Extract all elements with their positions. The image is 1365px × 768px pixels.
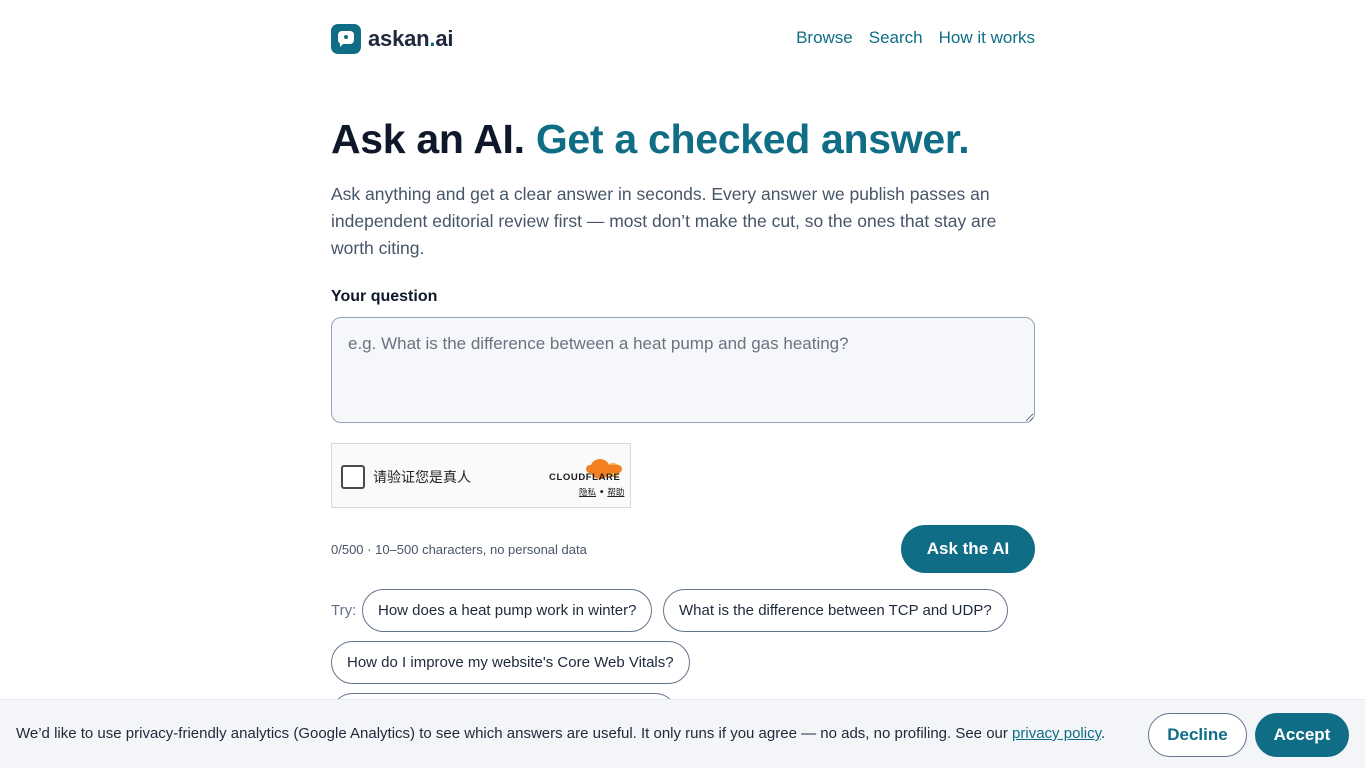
logo-chat-icon — [331, 24, 361, 54]
ask-the-ai-button[interactable]: Ask the AI — [901, 525, 1035, 573]
captcha-links: 隐私 • 帮助 — [579, 488, 625, 498]
privacy-policy-link[interactable]: privacy policy — [1012, 725, 1101, 742]
nav-how-it-works-link[interactable]: How it works — [939, 28, 1035, 48]
captcha-widget: 请验证您是真人 CLOUDFLARE 隐私 • 帮助 — [331, 443, 631, 508]
try-label: Try: — [331, 602, 357, 619]
suggestion-chip[interactable]: How do I improve my website's Core Web V… — [331, 641, 690, 684]
cloudflare-brand: CLOUDFLARE — [549, 472, 621, 483]
logo[interactable]: askan.ai — [331, 24, 453, 54]
character-counter: 0/500 · 10–500 characters, no personal d… — [331, 542, 587, 557]
nav-browse-link[interactable]: Browse — [796, 28, 853, 48]
captcha-help-link[interactable]: 帮助 — [607, 488, 624, 498]
cookie-consent-bar: We’d like to use privacy-friendly analyt… — [0, 699, 1365, 768]
nav-search-link[interactable]: Search — [869, 28, 923, 48]
suggestion-chip[interactable]: What is the difference between TCP and U… — [663, 589, 1008, 632]
hero-subtitle: Ask anything and get a clear answer in s… — [331, 184, 997, 258]
main-nav: Browse Search How it works — [796, 28, 1035, 48]
cloudflare-cloud-icon — [586, 455, 622, 479]
site-header: askan.ai Browse Search How it works — [331, 22, 1035, 56]
cookie-text: We’d like to use privacy-friendly analyt… — [16, 725, 1106, 742]
decline-button[interactable]: Decline — [1148, 713, 1247, 757]
logo-text: askan.ai — [368, 26, 454, 51]
page-title: Ask an AI. Get a checked answer. — [331, 116, 970, 163]
title-main: Ask an AI. — [331, 116, 525, 162]
title-accent: Get a checked answer. — [535, 116, 970, 162]
question-input[interactable] — [331, 317, 1035, 423]
captcha-privacy-link[interactable]: 隐私 — [579, 488, 596, 498]
captcha-label: 请验证您是真人 — [373, 470, 471, 486]
accept-button[interactable]: Accept — [1255, 713, 1349, 757]
suggestion-chip[interactable]: How does a heat pump work in winter? — [362, 589, 653, 632]
question-label: Your question — [331, 288, 438, 305]
captcha-checkbox[interactable] — [341, 465, 365, 489]
